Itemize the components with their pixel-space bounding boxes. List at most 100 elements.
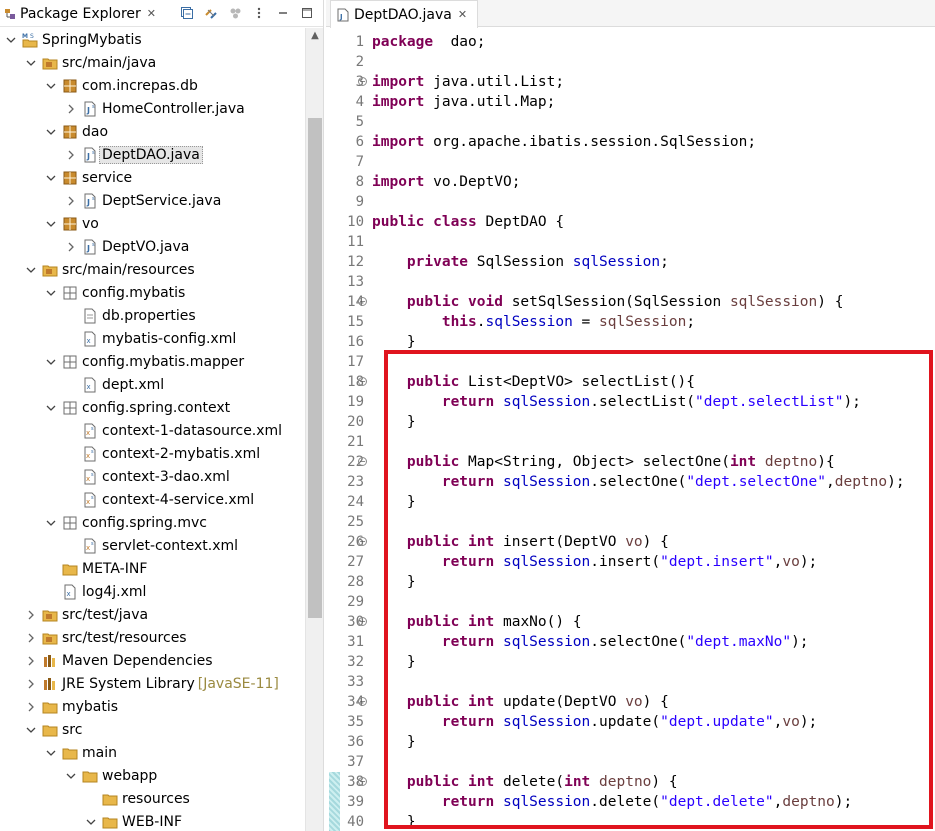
chevron-right-icon[interactable]: [64, 240, 78, 254]
close-icon[interactable]: ✕: [458, 8, 467, 21]
tree-item[interactable]: com.increpas.db: [0, 74, 305, 97]
chevron-down-icon[interactable]: [84, 815, 98, 829]
tree-item[interactable]: config.mybatis.mapper: [0, 350, 305, 373]
tree-item[interactable]: src/test/resources: [0, 626, 305, 649]
chevron-right-icon[interactable]: [24, 654, 38, 668]
tree-item[interactable]: Js DeptVO.java: [0, 235, 305, 258]
code-token: this: [441, 314, 477, 330]
tree-item[interactable]: main: [0, 741, 305, 764]
tree-item[interactable]: db.properties: [0, 304, 305, 327]
fold-collapse-icon[interactable]: −: [358, 457, 367, 466]
scroll-up-icon[interactable]: ▲: [308, 30, 322, 44]
chevron-right-icon[interactable]: [24, 700, 38, 714]
fold-collapse-icon[interactable]: −: [358, 537, 367, 546]
chevron-down-icon[interactable]: [24, 56, 38, 70]
code-token: =: [572, 314, 600, 330]
tree-item[interactable]: x dept.xml: [0, 373, 305, 396]
tree-item[interactable]: src/main/resources: [0, 258, 305, 281]
tree-item[interactable]: Js HomeController.java: [0, 97, 305, 120]
tree-item[interactable]: webapp: [0, 764, 305, 787]
tree-item[interactable]: WEB-INF: [0, 810, 305, 831]
code-token: int: [564, 774, 591, 790]
tree-item[interactable]: vo: [0, 212, 305, 235]
source-folder-icon: [42, 630, 58, 646]
code-token: vo: [782, 714, 800, 730]
view-menu-icon[interactable]: [248, 3, 270, 23]
code-line: return sqlSession.selectOne("dept.maxNo"…: [372, 632, 809, 652]
tree-item[interactable]: JRE System Library [JavaSE-11]: [0, 672, 305, 695]
tree-item[interactable]: src/test/java: [0, 603, 305, 626]
fold-collapse-icon[interactable]: −: [358, 617, 367, 626]
tree-item[interactable]: x s servlet-context.xml: [0, 534, 305, 557]
tree-item[interactable]: x s context-3-dao.xml: [0, 465, 305, 488]
tree-item[interactable]: dao: [0, 120, 305, 143]
chevron-down-icon[interactable]: [44, 125, 58, 139]
svg-text:J: J: [86, 152, 90, 161]
filter-icon[interactable]: [224, 3, 246, 23]
chevron-right-icon[interactable]: [24, 608, 38, 622]
scrollbar-thumb[interactable]: [308, 118, 322, 618]
chevron-down-icon[interactable]: [44, 516, 58, 530]
chevron-down-icon[interactable]: [44, 746, 58, 760]
tab-deptdao-java[interactable]: J DeptDAO.java ✕: [330, 0, 478, 28]
code-token: }: [372, 494, 416, 510]
collapse-all-icon[interactable]: [176, 3, 198, 23]
fold-collapse-icon[interactable]: −: [358, 77, 367, 86]
line-number: 11: [347, 234, 364, 250]
chevron-right-icon[interactable]: [24, 677, 38, 691]
code-line: return sqlSession.selectOne("dept.select…: [372, 472, 905, 492]
tree-item[interactable]: x s context-2-mybatis.xml: [0, 442, 305, 465]
maximize-icon[interactable]: [296, 3, 318, 23]
tree-item[interactable]: resources: [0, 787, 305, 810]
chevron-right-icon[interactable]: [64, 102, 78, 116]
chevron-right-icon[interactable]: [24, 631, 38, 645]
tree-item[interactable]: src/main/java: [0, 51, 305, 74]
tree-item[interactable]: META-INF: [0, 557, 305, 580]
chevron-down-icon[interactable]: [64, 769, 78, 783]
minimize-icon[interactable]: [272, 3, 294, 23]
svg-text:x: x: [86, 498, 90, 506]
chevron-down-icon[interactable]: [4, 33, 18, 47]
tree-item[interactable]: config.spring.context: [0, 396, 305, 419]
fold-collapse-icon[interactable]: −: [358, 777, 367, 786]
tree-item[interactable]: x s context-1-datasource.xml: [0, 419, 305, 442]
tab-package-explorer[interactable]: Package Explorer ✕: [0, 0, 160, 27]
chevron-down-icon[interactable]: [44, 401, 58, 415]
svg-text:s: s: [91, 541, 94, 547]
tree-item[interactable]: service: [0, 166, 305, 189]
chevron-down-icon[interactable]: [44, 217, 58, 231]
fold-collapse-icon[interactable]: −: [358, 377, 367, 386]
tree-item[interactable]: x s context-4-service.xml: [0, 488, 305, 511]
tree-item[interactable]: x mybatis-config.xml: [0, 327, 305, 350]
fold-collapse-icon[interactable]: −: [358, 697, 367, 706]
chevron-down-icon[interactable]: [24, 263, 38, 277]
tree-item[interactable]: mybatis: [0, 695, 305, 718]
tree-item[interactable]: M S SpringMybatis: [0, 28, 305, 51]
chevron-down-icon[interactable]: [44, 355, 58, 369]
chevron-down-icon[interactable]: [44, 286, 58, 300]
code-token: }: [372, 654, 416, 670]
tree-item[interactable]: Js DeptService.java: [0, 189, 305, 212]
explorer-scrollbar[interactable]: ▲: [305, 28, 323, 831]
chevron-right-icon[interactable]: [64, 194, 78, 208]
chevron-down-icon[interactable]: [24, 723, 38, 737]
tree-item[interactable]: config.mybatis: [0, 281, 305, 304]
tree-item[interactable]: x log4j.xml: [0, 580, 305, 603]
chevron-down-icon[interactable]: [44, 171, 58, 185]
java-file-icon: Js: [82, 147, 98, 163]
tree-item[interactable]: config.spring.mvc: [0, 511, 305, 534]
tree-item[interactable]: Js DeptDAO.java: [0, 143, 305, 166]
chevron-right-icon[interactable]: [64, 148, 78, 162]
link-with-editor-icon[interactable]: [200, 3, 222, 23]
fold-collapse-icon[interactable]: −: [358, 297, 367, 306]
no-twisty: [64, 378, 78, 392]
close-icon[interactable]: ✕: [147, 7, 156, 20]
tree-item[interactable]: src: [0, 718, 305, 741]
tree-item-label: config.spring.context: [82, 399, 231, 416]
tree-item[interactable]: Maven Dependencies: [0, 649, 305, 672]
chevron-down-icon[interactable]: [44, 79, 58, 93]
